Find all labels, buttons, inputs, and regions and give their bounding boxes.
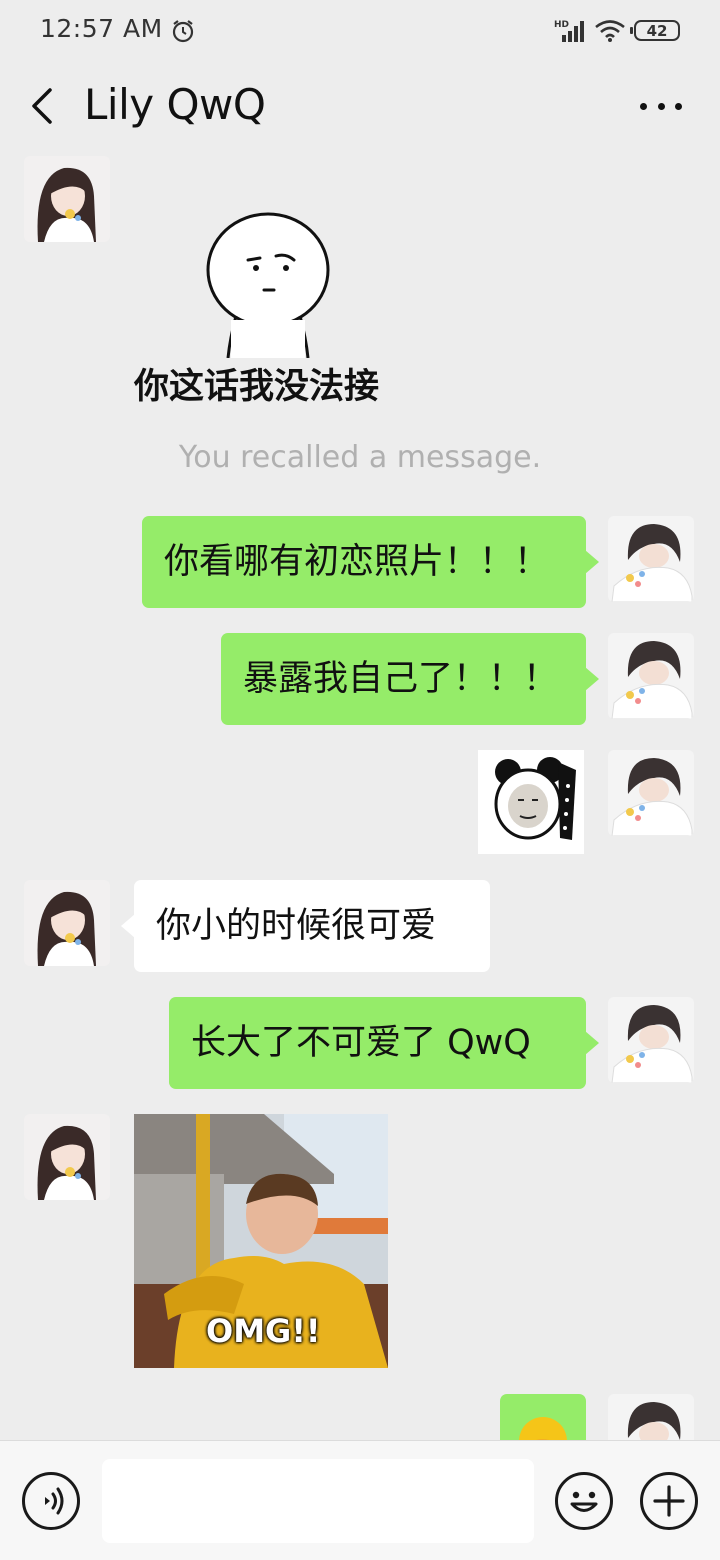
wifi-icon <box>595 20 625 42</box>
svg-text:HD: HD <box>554 20 569 30</box>
outgoing-message[interactable]: 暴露我自己了！！！ <box>221 633 599 725</box>
sticker-stickman[interactable] <box>204 208 332 358</box>
face-palm-emoji <box>519 1417 567 1440</box>
my-avatar[interactable] <box>608 516 694 602</box>
chat-area[interactable]: 你这话我没法接 You recalled a message. 你看哪有初恋照片… <box>0 152 720 1440</box>
sticker-caption: 你这话我没法接 <box>134 367 380 407</box>
outgoing-message[interactable]: 你看哪有初恋照片！！！ <box>142 516 599 608</box>
input-bar <box>0 1440 720 1560</box>
voice-icon <box>45 1487 64 1515</box>
plus-icon <box>653 1485 685 1517</box>
emoji-button[interactable] <box>555 1472 613 1530</box>
signal-icon: HD <box>554 20 584 42</box>
recall-notice: You recalled a message. <box>178 440 542 475</box>
my-avatar[interactable] <box>608 750 694 836</box>
voice-button[interactable] <box>22 1472 80 1530</box>
back-arrow-icon[interactable] <box>20 82 68 130</box>
status-bar: 12:57 AM HD 42 <box>0 0 720 62</box>
emoji-icon <box>570 1491 598 1512</box>
more-icon[interactable] <box>634 84 688 128</box>
panda-face-sticker[interactable] <box>478 750 584 854</box>
my-avatar[interactable] <box>608 1394 694 1440</box>
alarm-icon <box>172 20 194 43</box>
contact-avatar[interactable] <box>24 1114 110 1200</box>
title-bar: Lily QwQ <box>0 62 720 152</box>
battery-icon: 42 <box>630 20 680 41</box>
message-input[interactable] <box>102 1459 534 1543</box>
plus-button[interactable] <box>640 1472 698 1530</box>
my-avatar[interactable] <box>608 997 694 1083</box>
image-caption: OMG!! <box>206 1312 321 1350</box>
incoming-message[interactable]: 你小的时候很可爱 <box>121 880 490 972</box>
contact-avatar[interactable] <box>24 880 110 966</box>
my-avatar[interactable] <box>608 633 694 719</box>
outgoing-emoji-message[interactable] <box>500 1394 586 1440</box>
outgoing-message[interactable]: 长大了不可爱了 QwQ <box>169 997 599 1089</box>
status-time: 12:57 AM <box>40 14 163 43</box>
chat-title: Lily QwQ <box>84 80 266 129</box>
battery-level: 42 <box>646 21 668 40</box>
contact-avatar[interactable] <box>24 156 110 242</box>
